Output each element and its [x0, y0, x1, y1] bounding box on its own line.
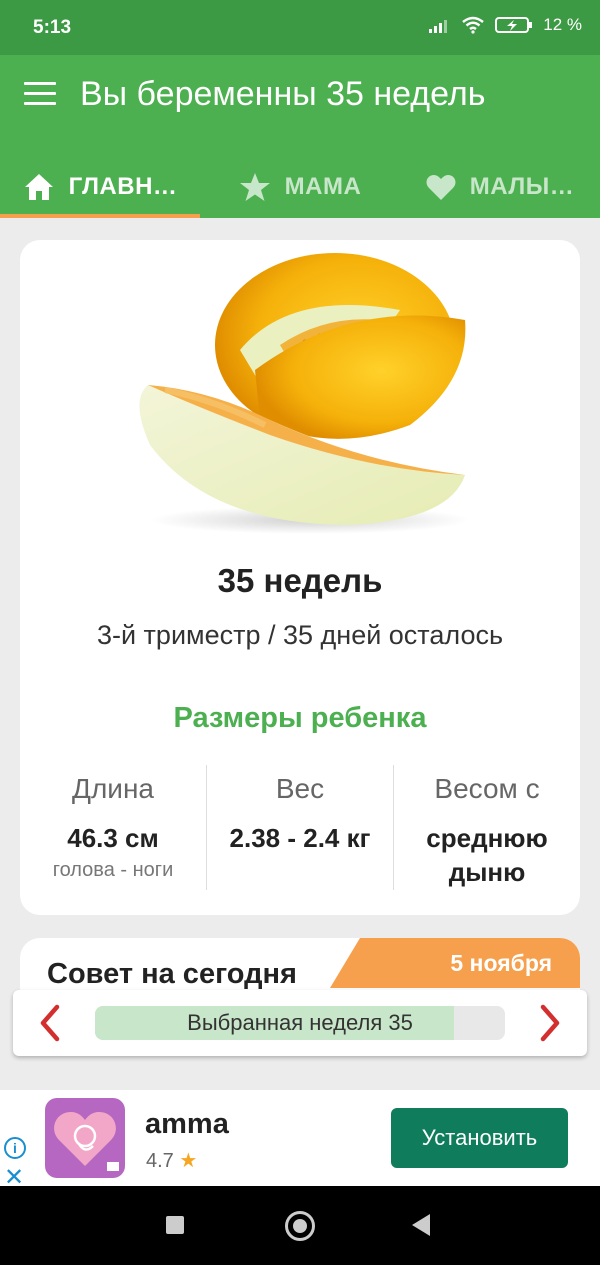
recents-icon[interactable] [166, 1216, 184, 1234]
status-icons: 12 % [429, 15, 582, 35]
star-icon: ★ [179, 1150, 198, 1172]
signal-icon [429, 20, 448, 33]
active-tab-indicator [0, 214, 200, 218]
week-progress-bar: Выбранная неделя 35 [95, 1006, 505, 1040]
tab-main[interactable]: ГЛАВН… [0, 155, 200, 218]
status-bar: 5:13 12 % [0, 0, 600, 55]
stat-length-label: Длина [72, 773, 154, 804]
week-selector: Выбранная неделя 35 [13, 990, 587, 1056]
tab-bar: ГЛАВН… МАМА МАЛЫ… [0, 155, 600, 218]
baby-stats: Длина 46.3 см голова - ноги Вес 2.38 - 2… [20, 765, 580, 890]
tip-of-day-card[interactable]: Совет на сегодня 5 ноября [20, 938, 580, 998]
tab-mom-label: МАМА [284, 172, 362, 200]
battery-icon [495, 17, 533, 33]
system-nav-bar [0, 1186, 600, 1265]
home-icon [24, 173, 53, 200]
chevron-right-icon[interactable] [535, 1004, 565, 1042]
amma-app-logo[interactable] [45, 1098, 125, 1178]
tip-title: Совет на сегодня [47, 958, 297, 990]
stat-weight-label: Вес [275, 773, 325, 804]
app-bar: Вы беременны 35 недель ГЛАВН… МАМА МАЛЫ… [0, 55, 600, 218]
wifi-icon [462, 16, 485, 34]
tab-main-label: ГЛАВН… [68, 172, 178, 200]
back-icon[interactable] [412, 1214, 430, 1236]
week-card: 35 недель 3-й триместр / 35 дней осталос… [20, 240, 580, 915]
stat-length: Длина 46.3 см голова - ноги [20, 765, 206, 890]
install-button[interactable]: Установить [391, 1108, 568, 1168]
chevron-left-icon[interactable] [35, 1004, 65, 1042]
star-icon [239, 172, 270, 201]
selected-week-label: Выбранная неделя 35 [187, 1010, 413, 1035]
week-title: 35 недель [217, 562, 383, 599]
amma-heart-icon [54, 1112, 119, 1171]
tab-baby[interactable]: МАЛЫ… [400, 155, 600, 218]
battery-level: 12 % [543, 15, 582, 34]
tab-baby-label: МАЛЫ… [469, 172, 575, 200]
page-title: Вы беременны 35 недель [80, 75, 486, 113]
status-time: 5:13 [33, 17, 72, 38]
hamburger-menu-icon[interactable] [24, 82, 56, 108]
ad-rating: 4.7 ★ [146, 1148, 197, 1173]
stat-comparison-label: Весом с [434, 773, 540, 804]
heart-icon [426, 174, 456, 200]
stat-length-note: голова - ноги [52, 859, 174, 881]
tab-mom[interactable]: МАМА [200, 155, 400, 218]
tip-date-badge: 5 ноября [330, 938, 580, 988]
stat-comparison: Весом с среднюю дыню [393, 765, 580, 890]
ad-banner: i ✕ amma 4.7 ★ Установить [0, 1090, 600, 1191]
ad-app-name: amma [145, 1108, 229, 1140]
trimester-subtitle: 3-й триместр / 35 дней осталось [96, 620, 504, 650]
stat-length-value: 46.3 см [67, 823, 159, 853]
ad-info-icon[interactable]: i [4, 1137, 26, 1159]
stat-comparison-value: среднюю дыню [426, 823, 548, 887]
stat-weight-value: 2.38 - 2.4 кг [229, 823, 371, 853]
home-button-icon[interactable] [285, 1211, 315, 1241]
baby-sizes-heading: Размеры ребенка [173, 702, 427, 734]
ad-rating-value: 4.7 [146, 1150, 174, 1172]
melon-image [139, 253, 470, 534]
stat-weight: Вес 2.38 - 2.4 кг [206, 765, 393, 890]
